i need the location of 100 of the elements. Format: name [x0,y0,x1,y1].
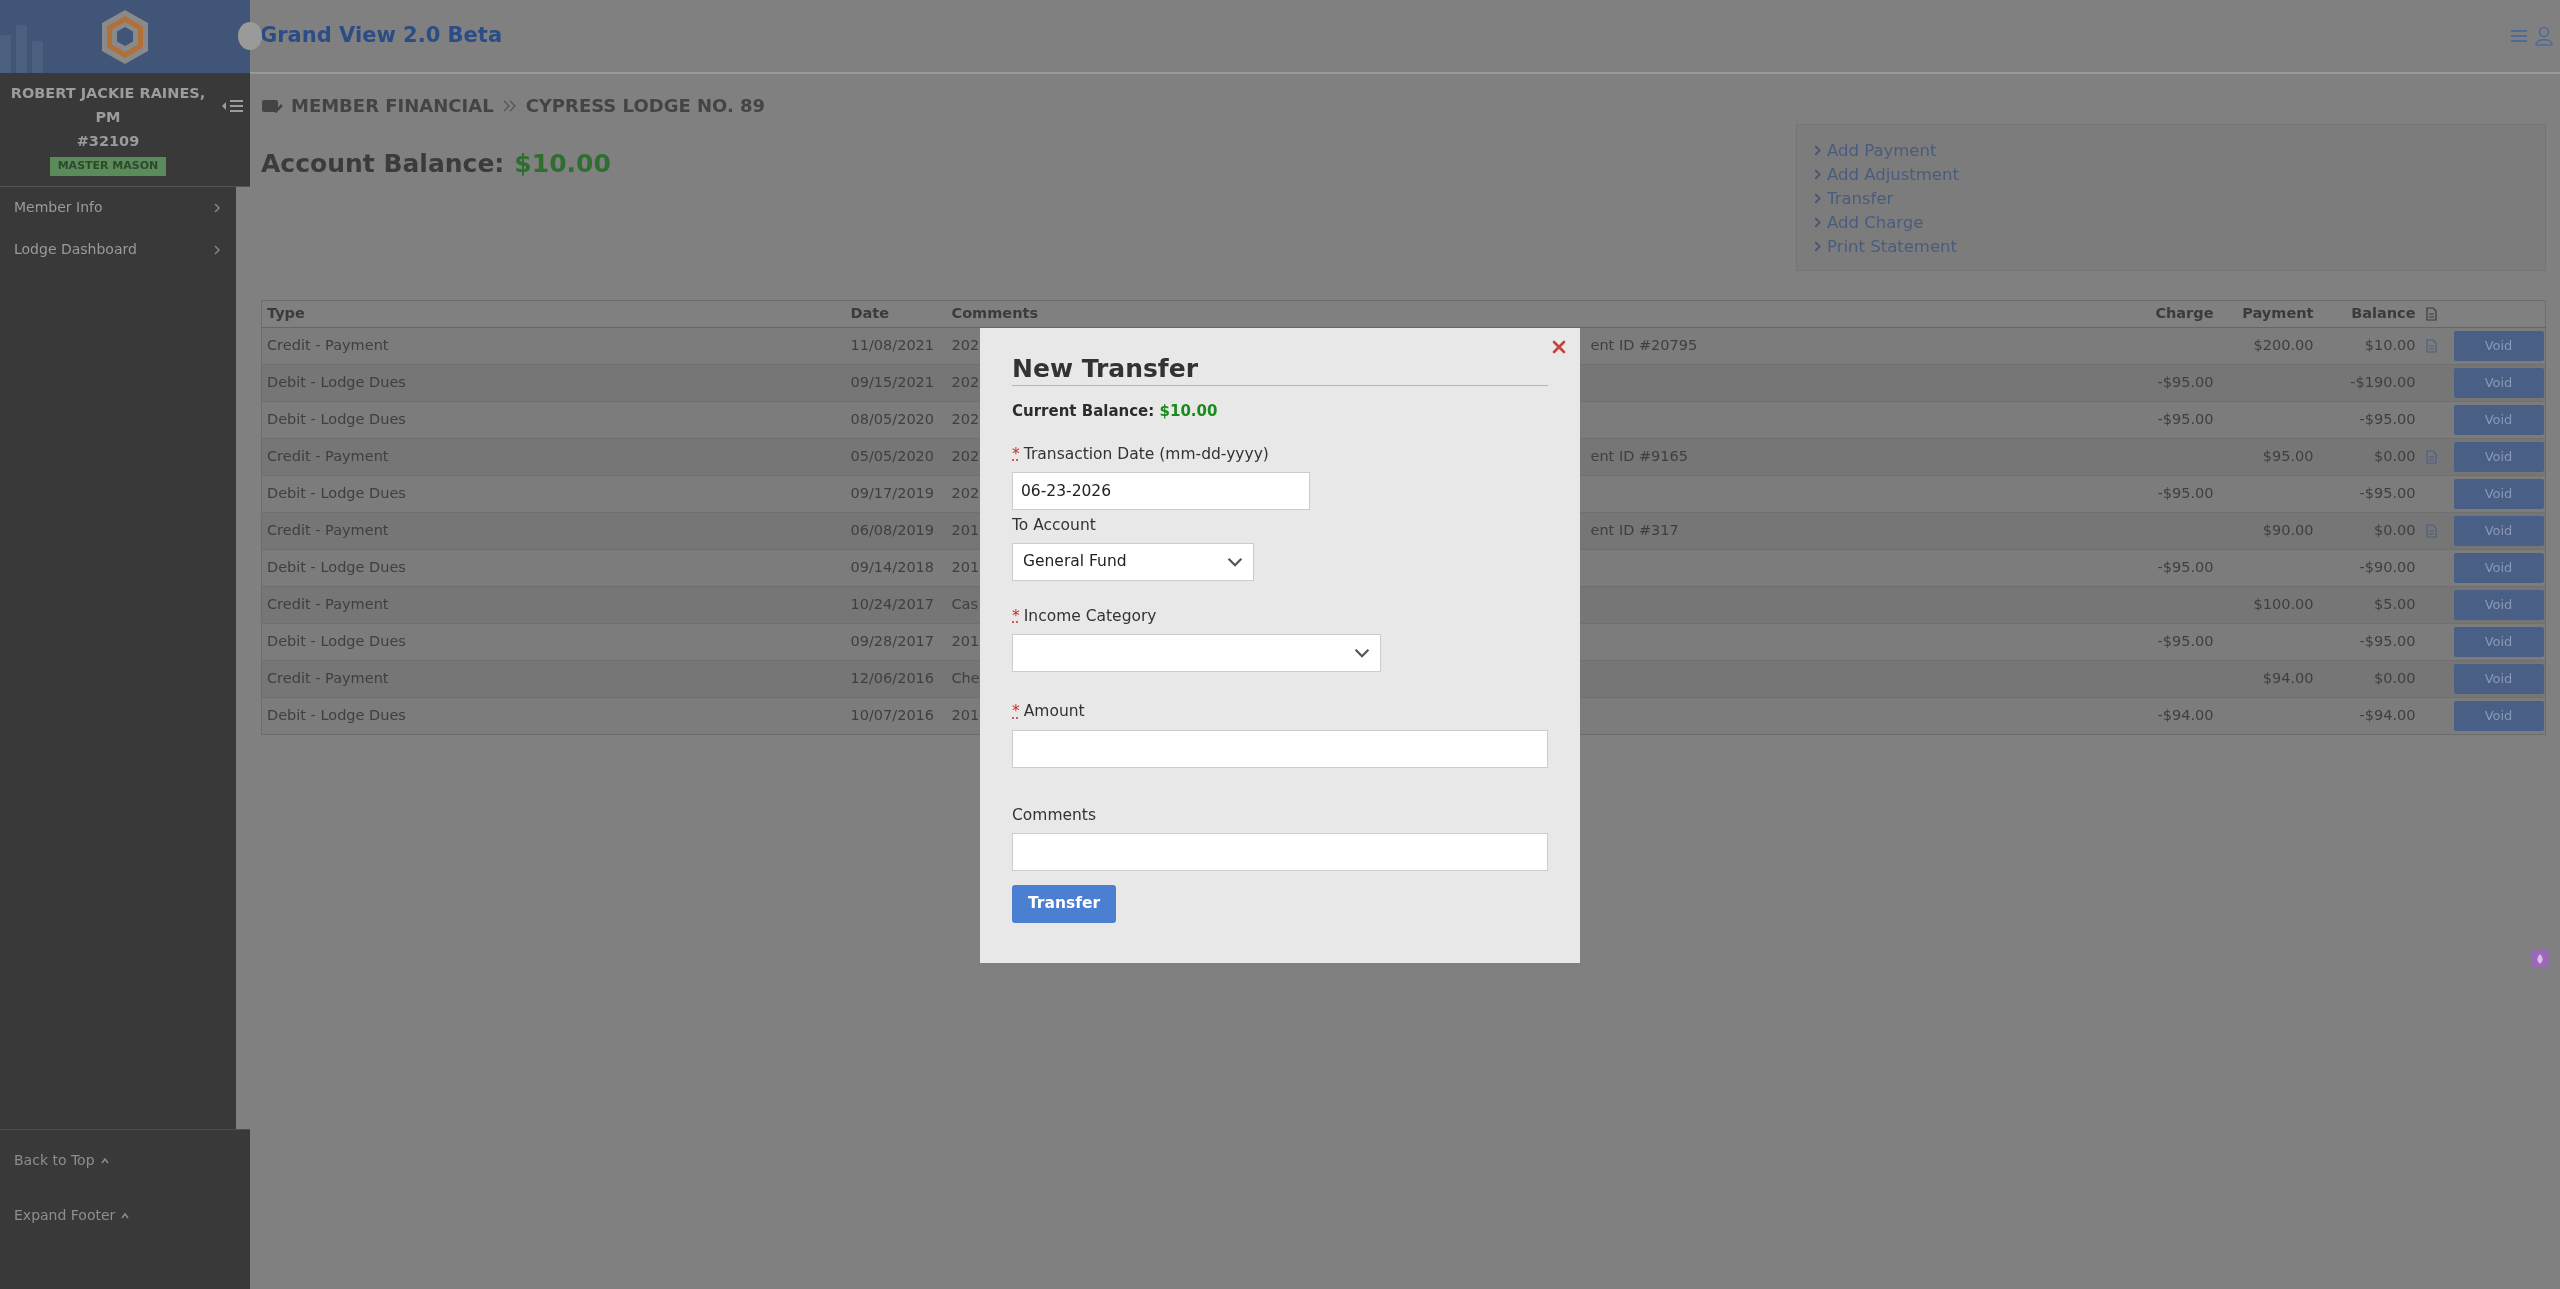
column-header: Balance [2351,305,2416,321]
chevron-right-icon [1812,217,1823,228]
column-header: Date [850,305,890,321]
dropdown-field[interactable] [1012,634,1381,673]
transaction-type: Debit - Lodge Dues [267,484,406,501]
receipt-icon[interactable] [2425,449,2437,464]
field-label: To Account [1012,514,1097,536]
caret-up-icon [99,1155,110,1166]
receipt-icon[interactable] [2425,338,2437,353]
void-button[interactable]: Void [2453,626,2544,657]
transaction-comment: Cas [951,595,979,612]
widget-icon[interactable] [2531,950,2549,968]
user-icon[interactable] [2535,26,2553,46]
chevron-right-icon [1812,169,1823,180]
amount-value: $10.00 [2364,336,2416,353]
transaction-comment: 201 [951,706,980,723]
dialog-title: New Transfer [1012,354,1548,386]
collapse-menu-icon[interactable] [222,99,244,113]
amount-value: -$95.00 [2157,373,2214,390]
amount-value: -$95.00 [2157,558,2214,575]
amount-value: $0.00 [2374,669,2416,686]
field-label: * Amount [1012,701,1086,723]
breadcrumb-lodge[interactable]: CYPRESS LODGE NO. 89 [525,92,766,119]
sidebar-toggle-tab[interactable] [238,22,262,50]
transaction-comment: Che [951,669,980,686]
amount-value: -$90.00 [2359,558,2416,575]
transaction-date: 11/08/2021 [850,336,935,353]
transaction-date: 09/17/2019 [850,484,935,501]
caret-up-icon [120,1210,131,1221]
app-title: Grand View 2.0 Beta [260,22,503,50]
chevron-right-icon [212,244,222,255]
current-balance: Current Balance: $10.00 [1012,401,1219,422]
membership-badge: MASTER MASON [49,157,167,176]
amount-value: -$94.00 [2359,706,2416,723]
chevron-right-icon [1812,241,1823,252]
amount-value: $100.00 [2253,595,2314,612]
date-field[interactable]: 06-23-2026 [1012,471,1310,510]
transaction-type: Credit - Payment [267,336,389,353]
transaction-date: 10/24/2017 [850,595,935,612]
column-header: Payment [2242,305,2314,321]
transfer-button[interactable]: Transfer [1012,884,1117,923]
double-chevron-icon [501,98,518,113]
nav-item[interactable]: Member Info [0,186,236,229]
transaction-type: Debit - Lodge Dues [267,410,406,427]
transaction-date: 09/28/2017 [850,632,935,649]
account-balance-label: Account Balance: [261,149,505,178]
transaction-comment: 201 [951,558,980,575]
transaction-type: Debit - Lodge Dues [267,706,406,723]
document-icon [2425,307,2437,321]
transaction-date: 08/05/2020 [850,410,935,427]
field-label: * Income Category [1012,606,1158,627]
void-button[interactable]: Void [2453,367,2544,398]
column-header: Comments [951,305,1039,321]
dropdown-field[interactable]: General Fund [1012,543,1254,581]
nav-item[interactable]: Lodge Dashboard [0,228,236,271]
field-label: * Transaction Date (mm-dd-yyyy) [1012,443,1270,465]
footer-link[interactable]: Back to Top [14,1150,110,1171]
void-button[interactable]: Void [2453,441,2544,472]
close-icon[interactable] [1552,340,1566,354]
chevron-right-icon [1812,193,1823,204]
menu-icon[interactable] [2511,29,2527,43]
input-field[interactable] [1012,832,1548,871]
amount-value: -$95.00 [2157,410,2214,427]
chevron-right-icon [212,202,222,213]
transaction-date: 09/15/2021 [850,373,935,390]
transaction-date: 06/08/2019 [850,521,935,538]
input-field[interactable] [1012,729,1548,768]
member-name: ROBERT JACKIE RAINES, PM [9,84,207,127]
void-button[interactable]: Void [2453,478,2544,509]
transaction-date: 05/05/2020 [850,447,935,464]
transaction-date: 09/14/2018 [850,558,935,575]
void-button[interactable]: Void [2453,589,2544,620]
column-header: Type [267,305,305,321]
void-button[interactable]: Void [2453,404,2544,435]
footer-link[interactable]: Expand Footer [14,1205,131,1226]
amount-value: -$95.00 [2157,632,2214,649]
hexagon-logo-icon [99,7,151,66]
amount-value: -$95.00 [2359,484,2416,501]
amount-value: $5.00 [2374,595,2416,612]
payment-reference: ent ID #20795 [1590,336,1698,353]
transaction-date: 10/07/2016 [850,706,935,723]
field-label: Comments [1012,804,1098,826]
receipt-icon[interactable] [2425,523,2437,538]
chevron-right-icon [1812,145,1823,156]
void-button[interactable]: Void [2453,330,2544,361]
amount-value: -$95.00 [2359,410,2416,427]
void-button[interactable]: Void [2453,700,2544,731]
amount-value: -$94.00 [2157,706,2214,723]
void-button[interactable]: Void [2453,515,2544,546]
void-button[interactable]: Void [2453,552,2544,583]
account-balance-value: $10.00 [514,149,611,178]
amount-value: $94.00 [2262,669,2314,686]
transaction-comment: 202 [951,336,980,353]
transaction-type: Debit - Lodge Dues [267,632,406,649]
void-button[interactable]: Void [2453,663,2544,694]
transaction-type: Debit - Lodge Dues [267,558,406,575]
amount-value: $0.00 [2374,447,2416,464]
amount-value: -$95.00 [2157,484,2214,501]
transaction-comment: 202 [951,410,980,427]
amount-value: $95.00 [2262,447,2314,464]
